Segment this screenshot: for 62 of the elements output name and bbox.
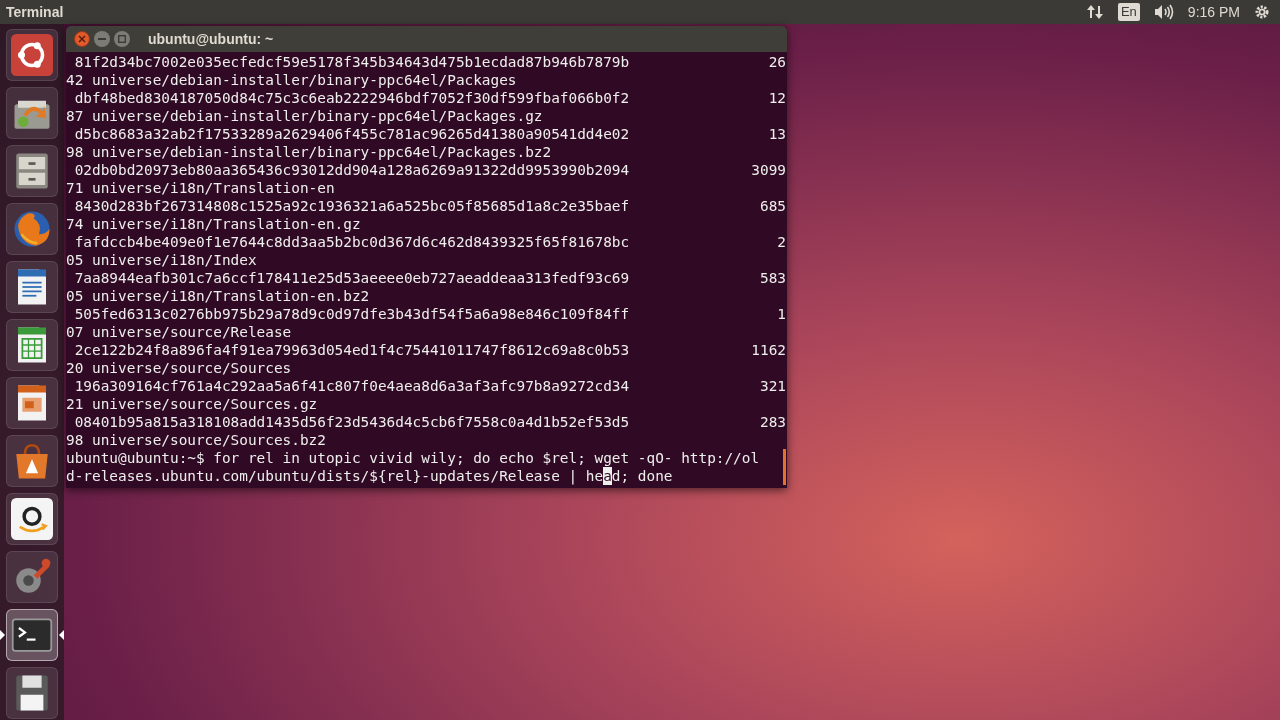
terminal-line: 02db0bd20973eb80aa365436c93012dd904a128a6269a91322dd9953990b2094 xyxy=(73,161,630,179)
terminal-line: 196a309164cf761a4c292aa5a6f41c807f0e4aea8d6a3af3afc97b8a9272cd34 xyxy=(73,377,630,395)
terminal-line: 2ce122b24f8a896fa4f91ea79963d054ed1f4c75441011747f8612c69a8c0b53 xyxy=(73,341,630,359)
terminal-line: 87 universe/debian-installer/binary-ppc64el/Packages.gz xyxy=(66,107,543,125)
maximize-icon xyxy=(118,35,126,43)
launcher-item[interactable] xyxy=(6,87,58,139)
launcher-item[interactable] xyxy=(6,377,58,429)
minimize-button[interactable] xyxy=(94,31,110,47)
file-size: 13 xyxy=(768,125,786,143)
volume-icon[interactable] xyxy=(1153,4,1174,20)
terminal-line: 20 universe/source/Sources xyxy=(66,359,292,377)
terminal-line: ubuntu@ubuntu:~$ for rel in utopic vivid wily; do echo $rel; wget -qO- http://ol xyxy=(66,449,760,467)
file-size: 283 xyxy=(760,413,786,431)
terminal-line: 42 universe/debian-installer/binary-ppc64el/Packages xyxy=(66,71,517,89)
file-size: 12 xyxy=(768,89,786,107)
terminal-line: 71 universe/i18n/Translation-en xyxy=(66,179,335,197)
file-size: 685 xyxy=(760,197,786,215)
terminal-line: fafdccb4be409e0f1e7644c8dd3aa5b2bc0d367d6c462d8439325f65f81678bc xyxy=(73,233,630,251)
file-size: 1162 xyxy=(751,341,786,359)
launcher-item[interactable] xyxy=(6,667,58,719)
file-size: 2 xyxy=(777,233,786,251)
file-size: 26 xyxy=(768,53,786,71)
launcher-item[interactable] xyxy=(6,319,58,371)
launcher-item[interactable] xyxy=(6,493,58,545)
terminal-line: 98 universe/debian-installer/binary-ppc64el/Packages.bz2 xyxy=(66,143,552,161)
text-cursor: a xyxy=(603,467,612,485)
launcher-item[interactable] xyxy=(6,145,58,197)
terminal-line: 05 universe/i18n/Translation-en.bz2 xyxy=(66,287,370,305)
launcher-item[interactable] xyxy=(6,261,58,313)
terminal-line: d; done xyxy=(611,467,673,485)
terminal-line: 05 universe/i18n/Index xyxy=(66,251,257,269)
launcher-item[interactable] xyxy=(6,29,58,81)
terminal-line: 7aa8944eafb301c7a6ccf178411e25d53aeeee0eb727aeaddeaa313fedf93c69 xyxy=(73,269,630,287)
dash-icon xyxy=(11,34,53,76)
terminal-line: 505fed6313c0276bb975b29a78d9c0d97dfe3b43df54f5a6a98e846c109f84ff xyxy=(73,305,630,323)
terminal-line: d-releases.ubuntu.com/ubuntu/dists/${rel}-updates/Release | he xyxy=(66,467,604,485)
terminal-line: 21 universe/source/Sources.gz xyxy=(66,395,318,413)
terminal-line: d5bc8683a32ab2f17533289a2629406f455c781ac96265d41380a90541dd4e02 xyxy=(73,125,630,143)
minimize-icon xyxy=(98,38,106,40)
terminal-line: 07 universe/source/Release xyxy=(66,323,292,341)
terminal-line: 8430d283bf267314808c1525a92c1936321a6a525bc05f85685d1a8c2e35baef xyxy=(73,197,630,215)
file-size: 3099 xyxy=(751,161,786,179)
terminal-line: 81f2d34bc7002e035ecfedcf59e5178f345b34643d475b1ecdad87b946b7879b xyxy=(73,53,630,71)
settings-icon[interactable] xyxy=(1254,4,1270,20)
keyboard-layout-indicator[interactable]: En xyxy=(1117,3,1140,21)
app-title: Terminal xyxy=(6,2,64,22)
file-size: 321 xyxy=(760,377,786,395)
clock[interactable]: 9:16 PM xyxy=(1187,1,1240,23)
terminal-line: 74 universe/i18n/Translation-en.gz xyxy=(66,215,361,233)
close-button[interactable] xyxy=(74,31,90,47)
network-icon[interactable] xyxy=(1085,4,1104,20)
launcher-item[interactable] xyxy=(6,609,58,661)
launcher-item[interactable] xyxy=(6,435,58,487)
close-icon xyxy=(78,35,86,43)
terminal-line: 08401b95a815a318108add1435d56f23d5436d4c5cb6f7558c0a4d1b52ef53d5 xyxy=(73,413,630,431)
maximize-button[interactable] xyxy=(114,31,130,47)
window-title: ubuntu@ubuntu: ~ xyxy=(148,29,274,49)
file-size: 583 xyxy=(760,269,786,287)
terminal-line: 98 universe/source/Sources.bz2 xyxy=(66,431,326,449)
file-size: 1 xyxy=(777,305,786,323)
terminal-line: dbf48bed8304187050d84c75c3c6eab2222946bdf7052f30df599fbaf066b0f2 xyxy=(73,89,630,107)
scrollbar-indicator[interactable] xyxy=(783,449,786,485)
